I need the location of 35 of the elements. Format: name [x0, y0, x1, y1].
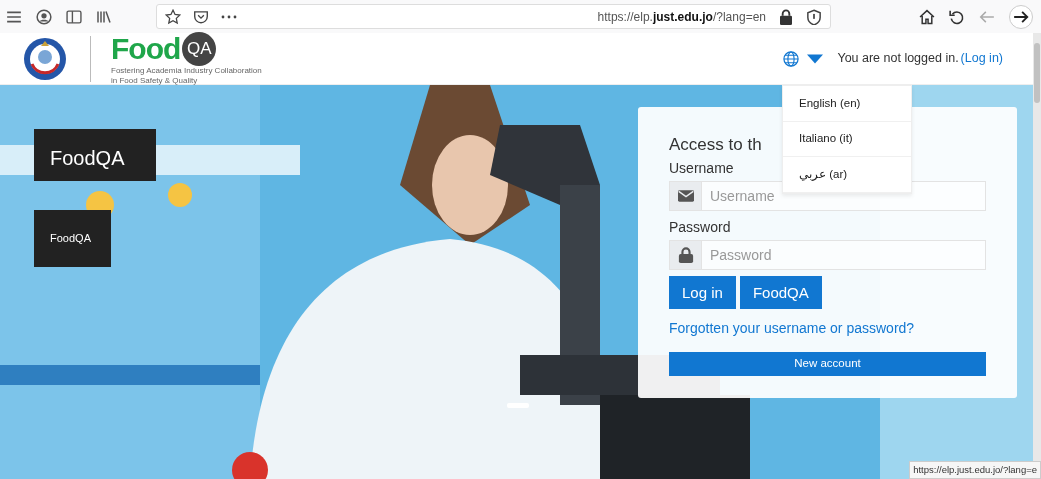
site-button[interactable]: FoodQA — [739, 276, 822, 310]
lock-icon — [778, 8, 794, 25]
home-icon[interactable] — [919, 8, 935, 25]
forgot-password-link[interactable]: Forgotten your username or password? — [669, 318, 915, 340]
logo-text: Food — [111, 33, 181, 64]
language-option[interactable]: English (en) — [783, 86, 911, 122]
sidebar-icon[interactable] — [66, 8, 82, 25]
logo-badge: QA — [182, 31, 217, 66]
shield-icon[interactable] — [806, 8, 822, 25]
globe-icon[interactable] — [783, 50, 800, 67]
field-label: Username — [669, 159, 734, 179]
field-label: Password — [669, 218, 731, 238]
login-title: Access to th — [669, 135, 762, 156]
reload-icon[interactable] — [949, 8, 965, 25]
new-account-button[interactable]: New account — [669, 352, 986, 376]
slide-title: FoodQA — [34, 129, 156, 181]
login-status: You are not logged in. — [837, 50, 959, 68]
language-option[interactable]: عربي (ar) — [783, 157, 911, 193]
logo-tagline: in Food Safety & Quality — [111, 75, 199, 86]
star-icon[interactable] — [165, 8, 181, 25]
login-link[interactable]: (Log in) — [960, 49, 1003, 68]
language-option[interactable]: Italiano (it) — [783, 121, 911, 157]
account-icon[interactable] — [36, 8, 52, 25]
url-text[interactable]: https://elp.just.edu.jo/?lang=en — [597, 7, 766, 26]
login-button[interactable]: Log in — [669, 276, 736, 310]
forward-button[interactable] — [1009, 4, 1033, 29]
forward-icon — [1013, 8, 1029, 25]
logo-tagline: Fostering Academia Industry Collaboration — [111, 65, 262, 76]
pocket-icon[interactable] — [193, 8, 209, 25]
lock-icon — [677, 247, 694, 264]
university-emblem-icon — [22, 35, 68, 82]
password-field[interactable]: Password — [702, 240, 986, 271]
library-icon[interactable] — [96, 8, 112, 25]
slide-caption: FoodQA — [34, 210, 111, 267]
envelope-icon — [677, 188, 694, 205]
